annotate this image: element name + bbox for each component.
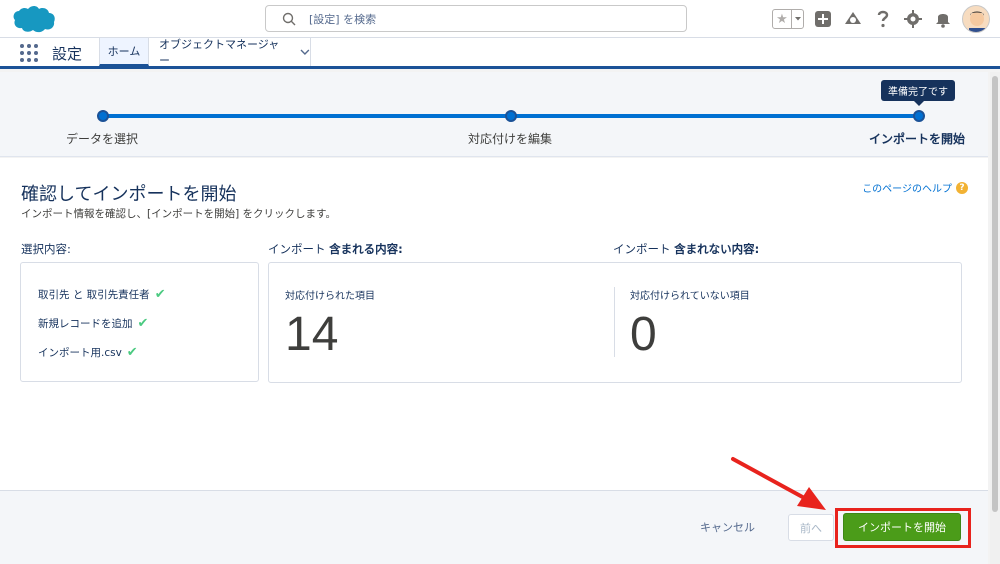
selection-item-label: 新規レコードを追加 (38, 318, 133, 330)
favorites-button[interactable]: ★ (772, 9, 804, 29)
user-avatar[interactable] (962, 5, 990, 33)
included-header-bold: 含まれる内容: (329, 242, 403, 256)
step-3-label: インポートを開始 (869, 132, 966, 146)
step-2-label: 対応付けを編集 (468, 132, 553, 146)
trailhead-guidance-icon[interactable] (842, 8, 864, 30)
selection-item: 新規レコードを追加 ✔ (38, 316, 148, 331)
cancel-button[interactable]: キャンセル (700, 519, 755, 535)
help-link-label[interactable]: このページのヘルプ (862, 180, 952, 195)
tab-home-label: ホーム (107, 45, 141, 58)
gear-icon[interactable] (902, 8, 924, 30)
unmapped-fields-label: 対応付けられていない項目 (630, 291, 750, 302)
page-title: 確認してインポートを開始 (21, 184, 237, 205)
header-utility-icons: ★ (772, 4, 990, 34)
selection-summary-card: 取引先 と 取引先責任者 ✔ 新規レコードを追加 ✔ インポート用.csv ✔ (20, 262, 259, 382)
star-icon: ★ (776, 11, 788, 27)
check-icon: ✔ (126, 345, 138, 360)
page-scrollbar[interactable] (990, 72, 1000, 564)
salesforce-logo-icon[interactable] (8, 4, 58, 34)
step-1-marker[interactable] (97, 110, 109, 122)
selection-item-label: インポート用.csv (38, 347, 122, 359)
help-link[interactable]: このページのヘルプ ? (862, 180, 968, 195)
search-placeholder: [設定] を検索 (309, 13, 377, 26)
global-actions-plus-icon[interactable] (812, 8, 834, 30)
selection-item: 取引先 と 取引先責任者 ✔ (38, 287, 166, 302)
app-launcher-icon[interactable] (20, 44, 38, 62)
progress-indicator: 準備完了です データを選択 対応付けを編集 インポートを開始 (0, 72, 988, 157)
selection-item: インポート用.csv ✔ (38, 345, 138, 360)
excluded-header-prefix: インポート (613, 242, 671, 256)
check-icon: ✔ (137, 316, 149, 331)
tab-object-manager[interactable]: オブジェクトマネージャー (149, 38, 311, 67)
excluded-header: インポート 含まれない内容: (613, 241, 759, 257)
help-question-icon[interactable]: ? (956, 181, 968, 194)
app-name: 設定 (52, 45, 83, 63)
help-icon[interactable] (872, 8, 894, 30)
included-header: インポート 含まれる内容: (268, 241, 403, 257)
highlight-box (835, 508, 971, 548)
chevron-down-icon[interactable] (791, 10, 803, 28)
mapped-fields-count: 14 (285, 308, 339, 361)
page-subtitle: インポート情報を確認し、[インポートを開始] をクリックします。 (21, 208, 336, 220)
mapped-fields-label: 対応付けられた項目 (285, 291, 375, 302)
chevron-down-icon[interactable] (300, 49, 310, 56)
global-search-input[interactable]: [設定] を検索 (265, 5, 687, 32)
unmapped-fields-count: 0 (630, 308, 657, 361)
search-icon (282, 12, 296, 26)
back-button[interactable]: 前へ (788, 514, 834, 541)
app-nav-bar: 設定 ホーム オブジェクトマネージャー (0, 38, 1000, 69)
scrollbar-thumb[interactable] (992, 76, 998, 512)
bell-icon[interactable] (932, 8, 954, 30)
global-header: [設定] を検索 ★ (0, 0, 1000, 38)
selection-item-label: 取引先 と 取引先責任者 (38, 289, 150, 301)
field-mapping-summary-card: 対応付けられた項目 14 対応付けられていない項目 0 (268, 262, 962, 383)
summary-divider (614, 287, 615, 357)
current-step-tooltip: 準備完了です (881, 80, 955, 106)
step-2-marker[interactable] (505, 110, 517, 122)
step-1-label: データを選択 (66, 132, 139, 146)
check-icon: ✔ (154, 287, 166, 302)
main-content: 確認してインポートを開始 インポート情報を確認し、[インポートを開始] をクリッ… (0, 158, 988, 490)
wizard-footer: キャンセル 前へ インポートを開始 (0, 490, 988, 564)
included-header-prefix: インポート (268, 242, 326, 256)
excluded-header-bold: 含まれない内容: (674, 242, 760, 256)
tab-home[interactable]: ホーム (99, 38, 149, 66)
tab-object-manager-label: オブジェクトマネージャー (159, 38, 280, 67)
selection-header: 選択内容: (21, 242, 71, 256)
step-3-marker[interactable] (913, 110, 925, 122)
